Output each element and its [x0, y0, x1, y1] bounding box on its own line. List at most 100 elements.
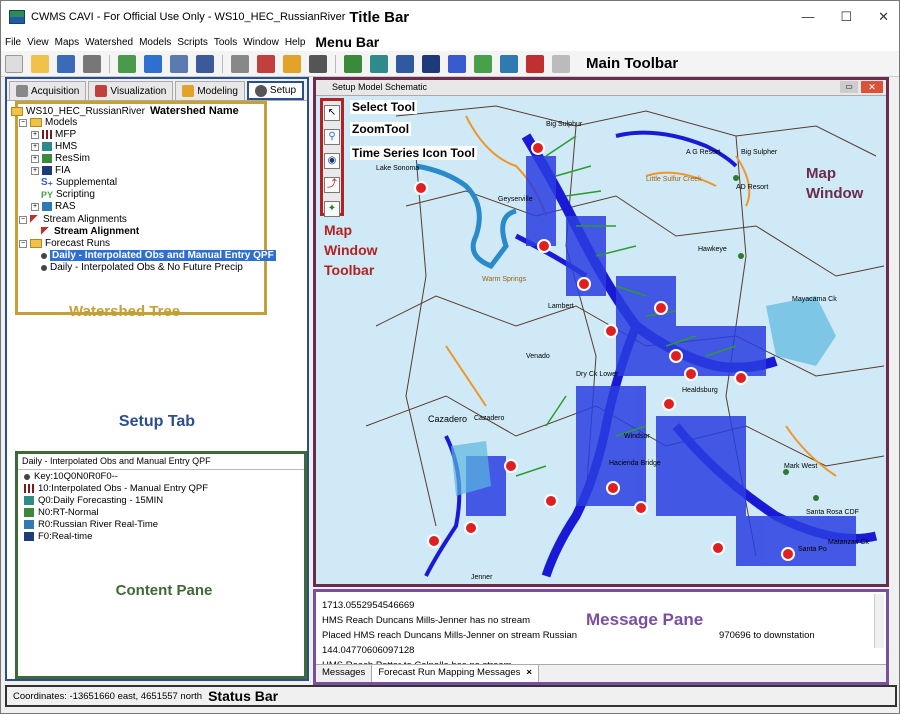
gauge-marker[interactable]	[577, 277, 591, 291]
message-scrollbar[interactable]	[874, 594, 884, 648]
chart-icon[interactable]	[370, 54, 388, 73]
tab-forecast-run-mapping[interactable]: Forecast Run Mapping Messages ×	[372, 665, 539, 682]
menu-window[interactable]: Window	[243, 37, 279, 48]
modeling-icon[interactable]	[283, 54, 301, 73]
tab-modeling[interactable]: Modeling	[175, 81, 245, 100]
tree-label: ResSim	[55, 153, 91, 164]
gauge-marker[interactable]	[464, 521, 478, 535]
resim-icon[interactable]	[396, 54, 414, 73]
new-icon[interactable]	[5, 54, 23, 73]
gauge-marker[interactable]	[414, 181, 428, 195]
acquisition-icon[interactable]	[231, 54, 249, 73]
junction-tool-icon[interactable]: ✦	[324, 201, 340, 217]
gauge-marker[interactable]	[634, 501, 648, 515]
tree-stream-alignments[interactable]: − Stream Alignments	[19, 214, 127, 225]
gauge-marker[interactable]	[781, 547, 795, 561]
content-text: Key:10Q0N0R0F0--	[34, 471, 118, 482]
tree-forecast-runs[interactable]: − Forecast Runs	[19, 238, 110, 249]
map-canvas[interactable]: Big Sulphur A G Resort Big Sulpher AD Re…	[316, 96, 886, 584]
menu-watershed[interactable]: Watershed	[85, 37, 133, 48]
collapse-toggle[interactable]: −	[19, 118, 27, 127]
gauge-marker[interactable]	[711, 541, 725, 555]
tree-item-ressim[interactable]: + ResSim	[31, 153, 90, 164]
expand-toggle[interactable]: +	[31, 130, 39, 139]
close-button[interactable]: ✕	[878, 9, 889, 25]
gear-icon	[254, 84, 267, 97]
select-tool-icon[interactable]: ↖	[324, 105, 340, 121]
refresh-icon[interactable]	[144, 54, 162, 73]
restore-button[interactable]: ▭	[840, 81, 858, 93]
gauge-marker[interactable]	[537, 239, 551, 253]
tree-item-fia[interactable]: + FIA	[31, 165, 71, 176]
gauge-marker[interactable]	[669, 349, 683, 363]
watershed-icon[interactable]	[118, 54, 136, 73]
stream-alignment-tool-icon[interactable]: ⤴	[324, 177, 340, 193]
menu-scripts[interactable]: Scripts	[177, 37, 208, 48]
gauge-marker[interactable]	[606, 481, 620, 495]
message-tabs: Messages Forecast Run Mapping Messages ×	[316, 664, 886, 682]
gauge-marker[interactable]	[684, 367, 698, 381]
close-icon[interactable]: ×	[526, 667, 532, 680]
status-bar-callout: Status Bar	[208, 688, 279, 704]
tree-item-hms[interactable]: + HMS	[31, 141, 77, 152]
grid-patch	[616, 276, 676, 376]
expand-toggle[interactable]: +	[31, 154, 39, 163]
menu-view[interactable]: View	[27, 37, 49, 48]
tree-models[interactable]: − Models	[19, 117, 77, 128]
stream-alignment-icon[interactable]	[526, 54, 544, 73]
minimize-button[interactable]: —	[801, 9, 814, 25]
tree-item-stream-alignment[interactable]: Stream Alignment	[41, 226, 139, 237]
run-icon[interactable]	[552, 54, 570, 73]
menu-maps[interactable]: Maps	[55, 37, 79, 48]
tree-watershed[interactable]: WS10_HEC_RussianRiver Watershed Name	[11, 105, 239, 117]
collapse-toggle[interactable]: −	[19, 239, 27, 248]
ras-icon[interactable]	[500, 54, 518, 73]
supplemental-icon[interactable]	[448, 54, 466, 73]
gauge-marker[interactable]	[531, 141, 545, 155]
expand-toggle[interactable]: +	[31, 142, 39, 151]
visualization-icon[interactable]	[257, 54, 275, 73]
scripting-icon[interactable]	[474, 54, 492, 73]
map-icon[interactable]	[344, 54, 362, 73]
menu-help[interactable]: Help	[285, 37, 306, 48]
zoom-tool-icon[interactable]: ⚲	[324, 129, 340, 145]
collapse-toggle[interactable]: −	[19, 215, 27, 224]
gauge-marker[interactable]	[427, 534, 441, 548]
setup-tab-callout: Setup Tab	[118, 413, 196, 430]
tree-item-scripting[interactable]: PY Scripting	[41, 189, 95, 200]
expand-toggle[interactable]: +	[31, 166, 39, 175]
tab-visualization[interactable]: Visualization	[88, 81, 174, 100]
maximize-button[interactable]: ☐	[840, 9, 852, 25]
layout-icon[interactable]	[170, 54, 188, 73]
print-icon[interactable]	[83, 54, 101, 73]
hms-icon	[24, 496, 34, 505]
fia-icon[interactable]	[422, 54, 440, 73]
tab-setup[interactable]: Setup	[246, 81, 305, 100]
save-icon[interactable]	[57, 54, 75, 73]
gauge-marker[interactable]	[544, 494, 558, 508]
menu-tools[interactable]: Tools	[214, 37, 237, 48]
title-bar: CWMS CAVI - For Official Use Only - WS10…	[1, 1, 899, 33]
tree-run-2[interactable]: Daily - Interpolated Obs & No Future Pre…	[41, 262, 243, 273]
gauge-marker[interactable]	[662, 397, 676, 411]
gauge-marker[interactable]	[654, 301, 668, 315]
tree-item-ras[interactable]: + RAS	[31, 201, 76, 212]
menu-file[interactable]: File	[5, 37, 21, 48]
setup-gear-icon[interactable]	[309, 54, 327, 73]
tab-messages[interactable]: Messages	[316, 665, 373, 682]
tree-run-1[interactable]: Daily - Interpolated Obs and Manual Entr…	[41, 250, 276, 261]
gauge-marker[interactable]	[504, 459, 518, 473]
map-close-button[interactable]: ✕	[861, 81, 883, 93]
gauge-marker[interactable]	[604, 324, 618, 338]
tab-acquisition[interactable]: Acquisition	[9, 81, 87, 100]
tree-label: Stream Alignments	[43, 214, 127, 225]
expand-toggle[interactable]: +	[31, 202, 39, 211]
time-series-icon-tool[interactable]: ◉	[324, 153, 340, 169]
open-icon[interactable]	[31, 54, 49, 73]
window-icon[interactable]	[196, 54, 214, 73]
gauge-marker[interactable]	[734, 371, 748, 385]
tree-item-supplemental[interactable]: S₊ Supplemental	[41, 177, 117, 188]
map-window: Setup Model Schematic ▭ ✕ Big Sulphur A …	[313, 77, 889, 587]
menu-models[interactable]: Models	[139, 37, 171, 48]
tree-item-mfp[interactable]: + MFP	[31, 129, 76, 140]
